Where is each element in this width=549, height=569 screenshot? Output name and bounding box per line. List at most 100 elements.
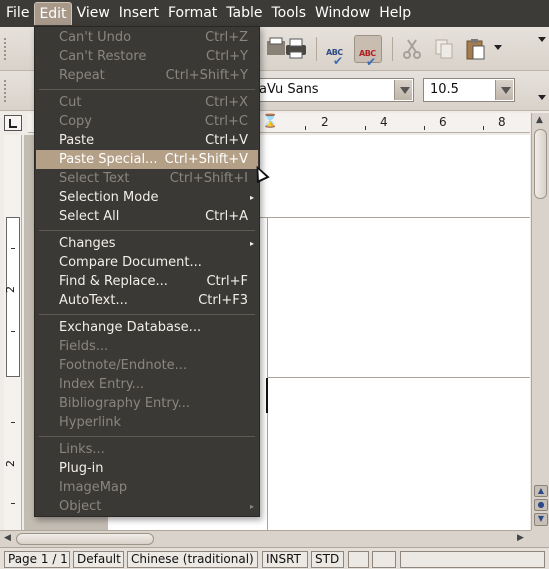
menu-item-links[interactable]: Links... [36, 440, 258, 459]
submenu-arrow-icon: ▸ [249, 193, 254, 202]
menu-item-paste-special[interactable]: Paste Special... Ctrl+Shift+V [36, 150, 258, 169]
toolbar-separator [392, 37, 393, 61]
checkmark-icon: ✔ [366, 55, 377, 69]
menu-item-label: Find & Replace... [59, 274, 168, 289]
scrollbar-corner [531, 530, 549, 547]
menu-view[interactable]: View [73, 2, 114, 25]
menu-item-selection-mode[interactable]: Selection Mode ▸ [36, 188, 258, 207]
ruler-tick [11, 503, 15, 504]
menu-item-shortcut: Ctrl+V [205, 133, 248, 148]
vertical-scrollbar[interactable]: ▲ ▲ ● ▼ [531, 113, 549, 530]
status-bar: Page 1 / 1 Default Chinese (traditional)… [0, 547, 549, 569]
scroll-up-icon[interactable]: ▲ [536, 115, 543, 125]
toolbar-grip[interactable] [4, 38, 8, 60]
menu-item-repeat[interactable]: Repeat Ctrl+Shift+Y [36, 66, 258, 85]
tab-stop-selector[interactable] [4, 115, 22, 131]
menu-item-cut[interactable]: Cut Ctrl+X [36, 93, 258, 112]
printer-icon [286, 38, 306, 59]
font-size-combobox[interactable]: 10.5 [423, 78, 515, 102]
horizontal-scrollbar[interactable]: ◀ ▶ [0, 530, 531, 547]
menu-item-bibliography-entry[interactable]: Bibliography Entry... [36, 394, 258, 413]
menu-item-shortcut: Ctrl+Shift+Y [165, 68, 248, 83]
scroll-right-icon[interactable]: ▶ [517, 533, 524, 543]
menu-item-object[interactable]: Object ▸ [36, 497, 258, 516]
ruler-number: 6 [439, 115, 447, 129]
menu-file[interactable]: File [2, 2, 33, 25]
status-page[interactable]: Page 1 / 1 [4, 551, 70, 568]
menu-item-label: Footnote/Endnote... [59, 358, 188, 373]
menu-item-paste[interactable]: Paste Ctrl+V [36, 131, 258, 150]
menu-item-select-all[interactable]: Select All Ctrl+A [36, 207, 258, 226]
toolbar-overflow-icon[interactable] [538, 37, 546, 42]
menu-item-cant-restore[interactable]: Can't Restore Ctrl+Y [36, 47, 258, 66]
menu-item-label: Object [59, 499, 102, 514]
next-page-icon[interactable]: ▼ [534, 513, 548, 526]
chevron-down-icon[interactable] [495, 80, 513, 100]
menu-item-select-text[interactable]: Select Text Ctrl+Shift+I [36, 169, 258, 188]
text-cursor [266, 378, 268, 413]
status-language[interactable]: Chinese (traditional) [127, 551, 258, 568]
menu-item-label: Changes [59, 236, 116, 251]
ruler-tick [11, 422, 15, 423]
menu-edit[interactable]: Edit [34, 2, 72, 25]
menu-item-compare-document[interactable]: Compare Document... [36, 253, 258, 272]
indent-marker-icon[interactable]: ⌛ [262, 114, 278, 129]
menu-item-shortcut: Ctrl+F3 [198, 293, 248, 308]
menu-item-changes[interactable]: Changes ▸ [36, 234, 258, 253]
menu-insert[interactable]: Insert [115, 2, 163, 25]
paste-dropdown-arrow-icon[interactable] [494, 45, 502, 50]
spellcheck-button[interactable]: ABC ✔ [322, 35, 350, 68]
status-empty [400, 551, 545, 568]
autospellcheck-button[interactable]: ABC ✔ [354, 35, 382, 69]
menu-item-label: Compare Document... [59, 255, 202, 270]
menu-separator [39, 89, 255, 90]
status-page-style[interactable]: Default [73, 551, 124, 568]
menu-item-label: Links... [59, 442, 105, 457]
menu-item-shortcut: Ctrl+F [206, 274, 248, 289]
menu-item-label: Plug-in [59, 461, 104, 476]
previous-page-icon[interactable]: ▲ [534, 485, 548, 497]
chevron-down-icon[interactable] [394, 80, 412, 100]
menu-item-exchange-database[interactable]: Exchange Database... [36, 318, 258, 337]
menu-format[interactable]: Format [164, 2, 221, 25]
navigator-icon[interactable]: ● [534, 499, 548, 511]
scroll-thumb[interactable] [534, 129, 547, 199]
menu-item-index-entry[interactable]: Index Entry... [36, 375, 258, 394]
menu-item-cant-undo[interactable]: Can't Undo Ctrl+Z [36, 28, 258, 47]
vertical-ruler[interactable]: 2 2 [4, 135, 22, 530]
menu-item-hyperlink[interactable]: Hyperlink [36, 413, 258, 432]
menu-item-plug-in[interactable]: Plug-in [36, 459, 258, 478]
toolbar-grip[interactable] [4, 80, 8, 102]
ruler-number: 2 [321, 115, 329, 129]
ruler-tick [424, 126, 425, 130]
menu-item-label: Exchange Database... [59, 320, 202, 335]
menu-item-fields[interactable]: Fields... [36, 337, 258, 356]
font-name-combobox[interactable]: aVu Sans [248, 78, 414, 102]
toolbar-overflow-icon[interactable] [538, 95, 546, 100]
menu-item-label: Copy [59, 114, 92, 129]
status-insert-mode[interactable]: INSRT [262, 551, 308, 568]
scroll-thumb[interactable] [16, 533, 154, 545]
menu-item-label: Select Text [59, 171, 130, 186]
cut-button[interactable] [398, 35, 426, 63]
menu-help[interactable]: Help [375, 2, 415, 25]
status-selection-mode[interactable]: STD [311, 551, 344, 568]
menu-item-label: Can't Undo [59, 30, 132, 45]
menu-item-find-replace[interactable]: Find & Replace... Ctrl+F [36, 272, 258, 291]
menu-item-footnote-endnote[interactable]: Footnote/Endnote... [36, 356, 258, 375]
menu-item-autotext[interactable]: AutoText... Ctrl+F3 [36, 291, 258, 310]
paste-button[interactable] [462, 35, 490, 63]
menu-tools[interactable]: Tools [268, 2, 311, 25]
print-button[interactable] [282, 35, 310, 63]
menu-item-copy[interactable]: Copy Ctrl+C [36, 112, 258, 131]
menu-window[interactable]: Window [311, 2, 374, 25]
copy-button[interactable] [430, 35, 458, 63]
scroll-left-icon[interactable]: ◀ [4, 533, 11, 543]
menu-item-shortcut: Ctrl+A [205, 209, 248, 224]
page-margin-line [267, 377, 530, 378]
menu-table[interactable]: Table [222, 2, 266, 25]
menu-item-label: Selection Mode [59, 190, 159, 205]
scissors-icon [403, 39, 421, 59]
menu-item-imagemap[interactable]: ImageMap [36, 478, 258, 497]
ruler-tick [365, 126, 366, 130]
